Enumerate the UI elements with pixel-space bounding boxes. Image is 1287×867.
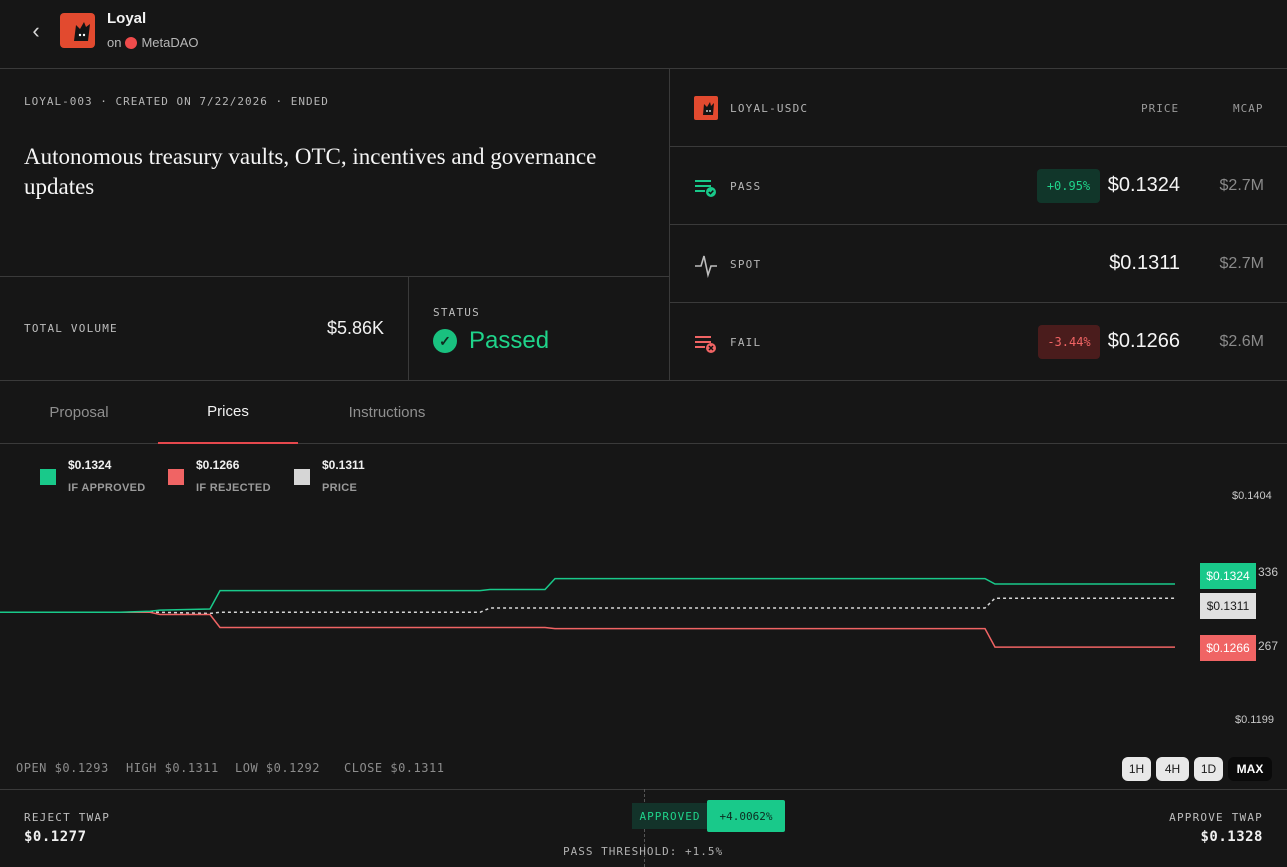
- pulse-icon: [694, 252, 718, 283]
- loyal-logo-small: [694, 96, 718, 120]
- ohlc-low-value: $0.1292: [265, 761, 320, 775]
- ohlc-high-value: $0.1311: [164, 761, 219, 775]
- divider: [0, 276, 669, 277]
- ohlc-close-label: CLOSE: [344, 761, 383, 775]
- status-label: STATUS: [433, 306, 480, 319]
- approve-twap-value: $0.1328: [1200, 829, 1263, 845]
- ohlc-high-label: HIGH: [126, 761, 157, 775]
- ohlc-open: OPEN $0.1293: [16, 761, 109, 775]
- ohlc-open-label: OPEN: [16, 761, 47, 775]
- y-tick-bottom: $0.1199: [1235, 714, 1274, 726]
- tab-bar: Proposal Prices Instructions: [0, 380, 1287, 444]
- approved-badge: APPROVED: [632, 803, 708, 829]
- fail-change-badge: -3.44%: [1038, 325, 1100, 359]
- check-circle-icon: ✓: [433, 329, 457, 353]
- spot-label: SPOT: [730, 258, 762, 271]
- pass-mcap: $2.7M: [1219, 177, 1264, 194]
- approved-delta-badge: +4.0062%: [707, 800, 785, 832]
- loyal-logo: [60, 13, 95, 48]
- status-badge: ✓ Passed: [433, 327, 549, 355]
- price-header: PRICE: [1141, 102, 1180, 115]
- divider: [669, 302, 1287, 303]
- approved-price-tag: $0.1324: [1200, 563, 1256, 589]
- project-name: Loyal: [107, 10, 147, 27]
- spot-price-line: [0, 597, 1175, 615]
- metadao-icon: [125, 36, 138, 49]
- total-volume-label: TOTAL VOLUME: [24, 322, 118, 335]
- timeframe-4h-button[interactable]: 4H: [1156, 757, 1189, 781]
- proposal-meta: LOYAL-003 · CREATED ON 7/22/2026 · ENDED: [24, 95, 329, 108]
- tab-prices[interactable]: Prices: [158, 381, 298, 444]
- timeframe-max-button[interactable]: MAX: [1228, 757, 1272, 781]
- ohlc-open-value: $0.1293: [54, 761, 109, 775]
- platform-line: on MetaDAO: [107, 35, 199, 50]
- mcap-header: MCAP: [1233, 102, 1264, 115]
- pair-label: LOYAL-USDC: [730, 102, 809, 115]
- platform-name[interactable]: MetaDAO: [141, 35, 198, 50]
- tab-instructions[interactable]: Instructions: [317, 381, 457, 444]
- approved-line: [0, 577, 1175, 614]
- pass-price: $0.1324: [1107, 174, 1180, 196]
- ohlc-close-value: $0.1311: [390, 761, 445, 775]
- pass-change-badge: +0.95%: [1037, 169, 1100, 203]
- total-volume-value: $5.86K: [326, 318, 384, 338]
- tab-proposal[interactable]: Proposal: [9, 381, 149, 444]
- y-tick-top: $0.1404: [1232, 490, 1272, 502]
- side-tick-lower: 267: [1258, 639, 1279, 653]
- pass-list-icon: [694, 176, 718, 203]
- divider: [408, 276, 409, 380]
- divider: [669, 224, 1287, 225]
- divider: [669, 146, 1287, 147]
- timeframe-1h-button[interactable]: 1H: [1122, 757, 1151, 781]
- fail-price: $0.1266: [1107, 330, 1180, 352]
- rejected-line: [0, 611, 1175, 648]
- approve-twap-label: APPROVE TWAP: [1169, 811, 1263, 824]
- ohlc-low-label: LOW: [235, 761, 259, 775]
- fail-list-icon: [694, 332, 718, 359]
- price-chart[interactable]: [0, 450, 1190, 750]
- ohlc-high: HIGH $0.1311: [126, 761, 219, 775]
- ohlc-close: CLOSE $0.1311: [344, 761, 444, 775]
- proposal-title: Autonomous treasury vaults, OTC, incenti…: [24, 144, 597, 199]
- spot-price-tag: $0.1311: [1200, 593, 1256, 619]
- reject-twap-value: $0.1277: [24, 829, 87, 845]
- fail-label: FAIL: [730, 336, 762, 349]
- status-value: Passed: [469, 327, 550, 354]
- ohlc-low: LOW $0.1292: [235, 761, 320, 775]
- fail-mcap: $2.6M: [1219, 333, 1264, 350]
- chevron-left-icon[interactable]: ‹: [24, 18, 48, 44]
- on-label: on: [107, 35, 122, 50]
- app-header: ‹ Loyal on MetaDAO: [0, 0, 1287, 69]
- pass-threshold: PASS THRESHOLD: +1.5%: [563, 845, 724, 858]
- spot-price: $0.1311: [1109, 252, 1180, 274]
- spot-mcap: $2.7M: [1219, 255, 1264, 272]
- side-tick-upper: 336: [1258, 565, 1279, 579]
- timeframe-1d-button[interactable]: 1D: [1194, 757, 1223, 781]
- rejected-price-tag: $0.1266: [1200, 635, 1256, 661]
- pass-label: PASS: [730, 180, 762, 193]
- reject-twap-label: REJECT TWAP: [24, 811, 111, 824]
